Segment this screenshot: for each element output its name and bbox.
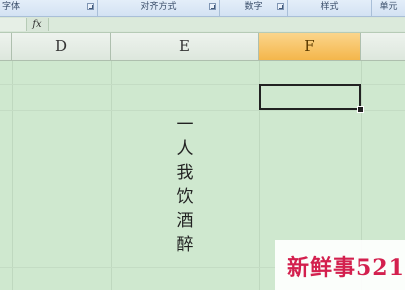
ribbon-group-font: 字体 — [0, 0, 98, 16]
grid-line — [0, 110, 405, 111]
column-header-row: D E F — [0, 33, 405, 61]
vertical-char: 酒 — [176, 211, 194, 231]
formula-bar: fx — [0, 17, 405, 33]
grid-line — [111, 61, 112, 290]
ribbon-group-alignment: 对齐方式 — [98, 0, 220, 16]
vertical-char: 醉 — [176, 235, 194, 255]
vertical-char: 一 — [176, 115, 194, 135]
grid-line — [12, 61, 13, 290]
column-header-f[interactable]: F — [259, 33, 361, 60]
cell-e-vertical-text[interactable]: 一 人 我 饮 酒 醉 — [168, 113, 202, 257]
vertical-char: 人 — [176, 139, 194, 159]
font-dialog-launcher-icon[interactable] — [87, 3, 94, 10]
ribbon-group-alignment-label: 对齐方式 — [140, 2, 177, 12]
vertical-char: 我 — [176, 163, 194, 183]
ribbon-group-styles-label: 样式 — [320, 2, 339, 12]
ribbon-group-bar: 字体 对齐方式 数字 样式 单元 — [0, 0, 405, 17]
ribbon-group-font-label: 字体 — [2, 2, 21, 12]
alignment-dialog-launcher-icon[interactable] — [209, 3, 216, 10]
watermark-text: 新鲜事521 — [287, 255, 405, 281]
ribbon-group-cells-label: 单元 — [379, 2, 398, 12]
column-header-g-partial[interactable] — [361, 33, 405, 60]
active-cell-f[interactable] — [259, 84, 361, 110]
column-header-e[interactable]: E — [111, 33, 259, 60]
ribbon-group-number-label: 数字 — [244, 2, 263, 12]
vertical-char: 饮 — [176, 187, 194, 207]
number-dialog-launcher-icon[interactable] — [277, 3, 284, 10]
watermark: 新鲜事521 — [275, 240, 405, 290]
spreadsheet-window: 字体 对齐方式 数字 样式 单元 fx D E F 一 人 我 饮 酒 醉 新鲜… — [0, 0, 405, 290]
formula-input[interactable] — [48, 18, 405, 31]
ribbon-group-number: 数字 — [220, 0, 288, 16]
fill-handle[interactable] — [357, 106, 364, 113]
insert-function-icon[interactable]: fx — [29, 18, 45, 31]
column-header-d[interactable]: D — [12, 33, 111, 60]
ribbon-group-styles: 样式 — [288, 0, 372, 16]
column-header-partial[interactable] — [0, 33, 12, 60]
name-box[interactable] — [0, 18, 27, 31]
ribbon-group-cells: 单元 — [372, 0, 405, 16]
